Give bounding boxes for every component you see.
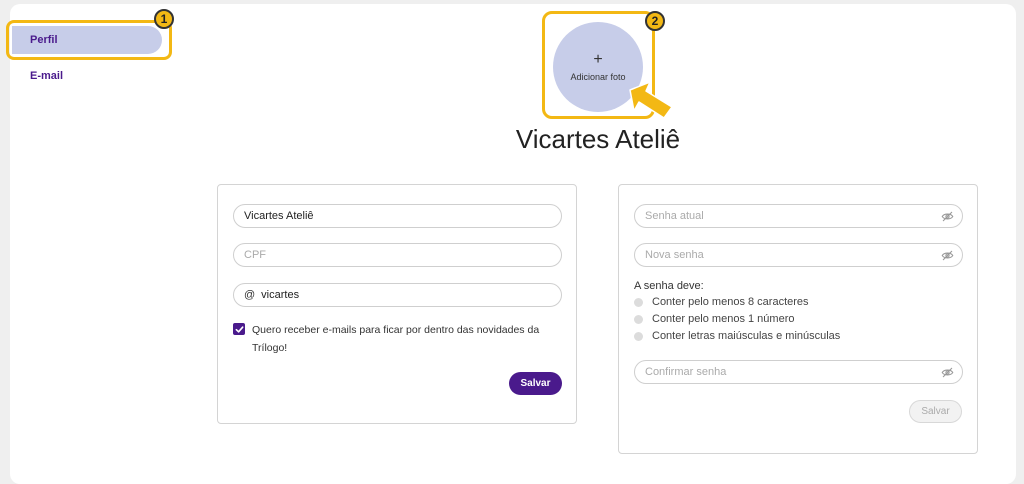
- eye-off-icon[interactable]: [941, 210, 954, 223]
- eye-off-icon[interactable]: [941, 249, 954, 262]
- newsletter-checkbox[interactable]: [233, 323, 245, 335]
- save-password-button[interactable]: Salvar: [909, 400, 962, 423]
- password-rule-item: Conter pelo menos 1 número: [634, 313, 794, 325]
- sidebar-item-label: E-mail: [30, 70, 64, 82]
- username-input[interactable]: @ vicartes: [233, 283, 562, 307]
- newsletter-label: Quero receber e-mails para ficar por den…: [252, 324, 540, 354]
- profile-name-heading: Vicartes Ateliê: [515, 124, 681, 154]
- arrow-pointer-icon: [629, 81, 673, 119]
- password-rule-item: Conter pelo menos 8 caracteres: [634, 296, 809, 308]
- rule-status-icon: [634, 297, 643, 307]
- cpf-input[interactable]: CPF: [233, 243, 562, 267]
- rule-status-icon: [634, 331, 643, 341]
- new-password-placeholder: Nova senha: [645, 249, 704, 261]
- password-rule-item: Conter letras maiúsculas e minúsculas: [634, 330, 840, 342]
- rule-status-icon: [634, 314, 643, 324]
- name-input-value: Vicartes Ateliê: [244, 210, 314, 222]
- confirm-password-placeholder: Confirmar senha: [645, 366, 727, 378]
- current-password-placeholder: Senha atual: [645, 210, 704, 222]
- checkmark-icon: [235, 325, 243, 333]
- new-password-input[interactable]: Nova senha: [634, 243, 963, 267]
- password-rules-title: A senha deve:: [634, 280, 704, 292]
- at-sign-prefix: @: [244, 289, 256, 301]
- plus-icon: +: [593, 51, 603, 68]
- current-password-input[interactable]: Senha atual: [634, 204, 963, 228]
- password-rule-label: Conter pelo menos 1 número: [652, 313, 795, 325]
- add-photo-label: Adicionar foto: [570, 72, 626, 82]
- save-profile-button[interactable]: Salvar: [509, 372, 562, 395]
- username-input-value: vicartes: [261, 289, 300, 301]
- password-form-panel: Senha atual Nova senha A senha deve: Con…: [618, 184, 978, 454]
- sidebar-item-email[interactable]: E-mail: [30, 66, 63, 86]
- confirm-password-input[interactable]: Confirmar senha: [634, 360, 963, 384]
- eye-off-icon[interactable]: [941, 366, 954, 379]
- profile-form-panel: Vicartes Ateliê CPF @ vicartes Quero rec…: [217, 184, 577, 424]
- name-input[interactable]: Vicartes Ateliê: [233, 204, 562, 228]
- password-rule-label: Conter pelo menos 8 caracteres: [652, 296, 809, 308]
- cpf-input-placeholder: CPF: [244, 249, 266, 261]
- highlight-box-perfil: [6, 20, 172, 60]
- step-badge-1: 1: [154, 9, 174, 29]
- password-rule-label: Conter letras maiúsculas e minúsculas: [652, 330, 841, 342]
- step-badge-2: 2: [645, 11, 665, 31]
